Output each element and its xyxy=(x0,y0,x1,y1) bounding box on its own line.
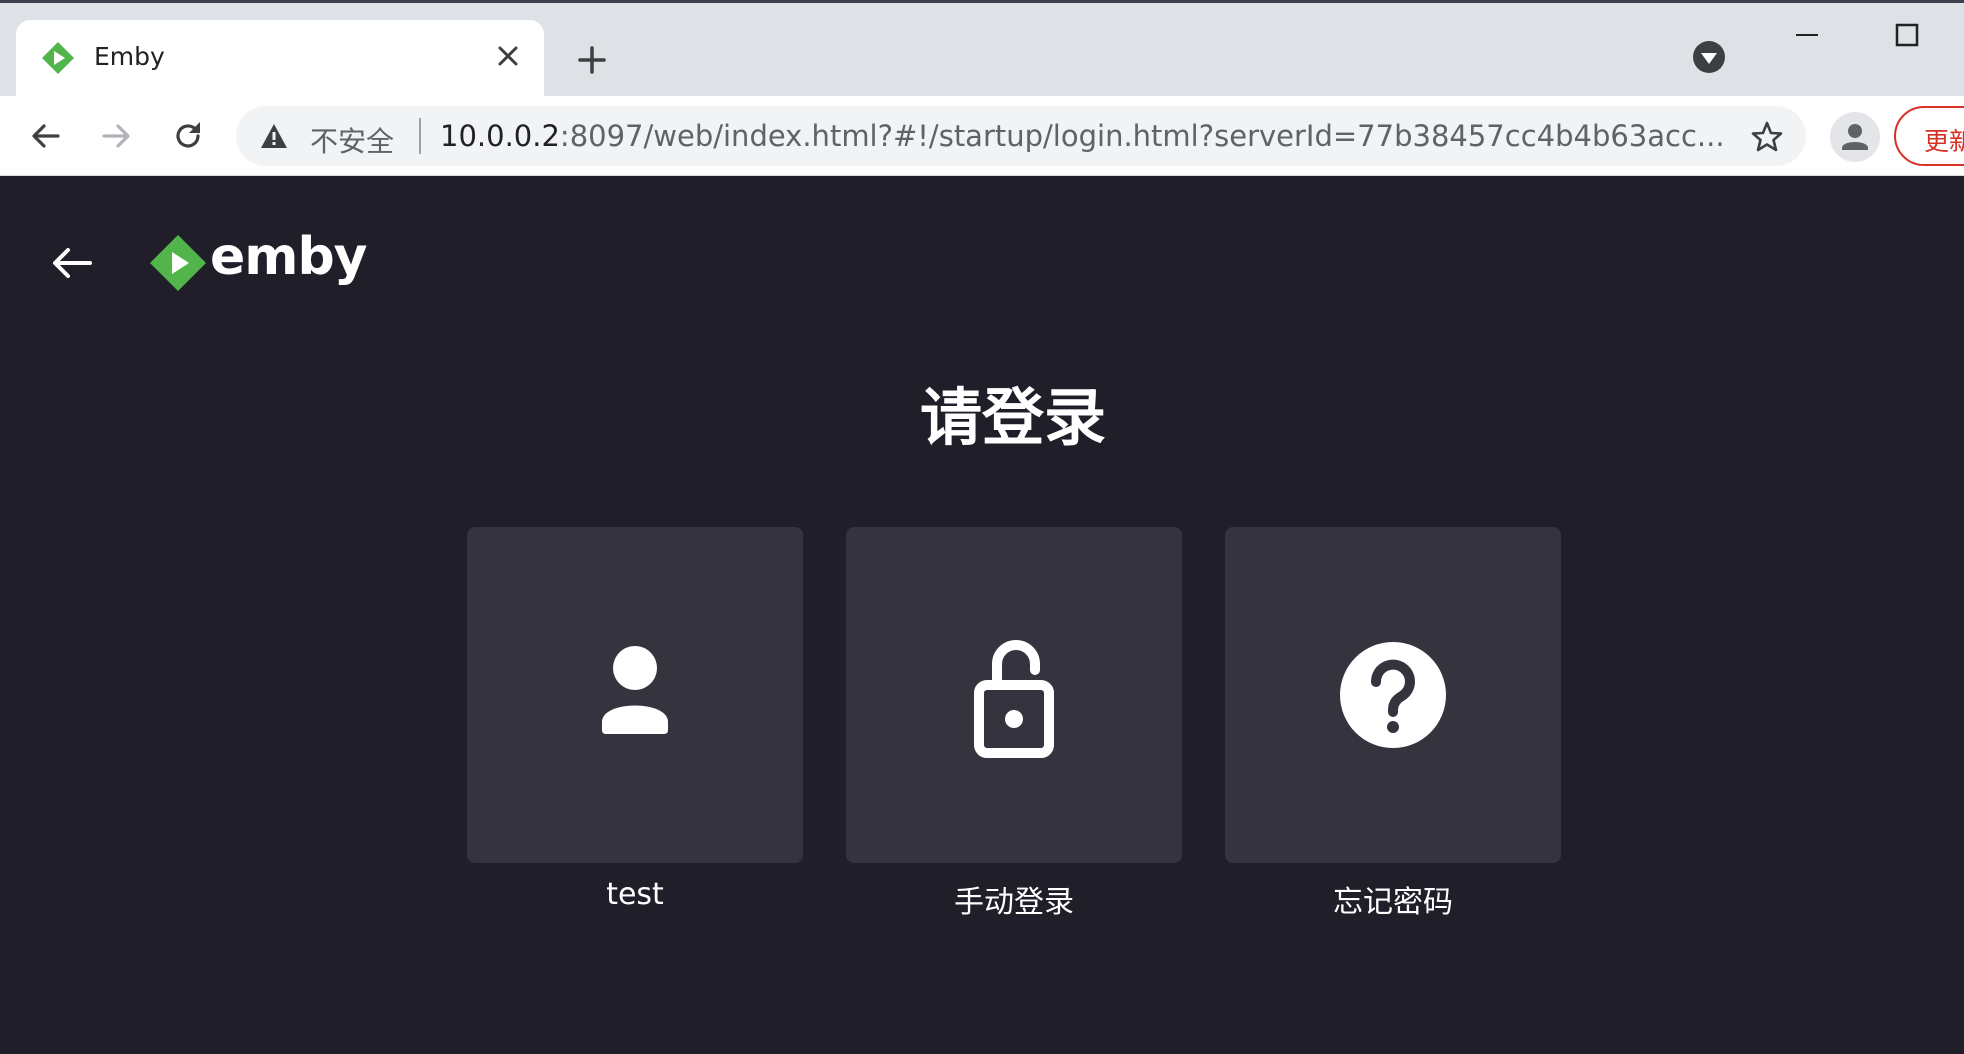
reload-icon xyxy=(176,122,200,148)
person-icon xyxy=(1842,124,1868,150)
window-top-edge xyxy=(0,0,1964,3)
close-icon xyxy=(498,46,518,66)
emby-login-page: emby 请登录 test 手动登录 忘记密码 xyxy=(0,177,1964,1054)
emby-logo-text: emby xyxy=(210,227,368,287)
arrow-left-icon xyxy=(32,124,60,148)
tab-strip: Emby xyxy=(0,0,1964,100)
emby-logo-icon xyxy=(150,235,206,291)
user-card-label[interactable]: test xyxy=(467,877,803,912)
url-path: :8097/web/index.html?#!/startup/login.ht… xyxy=(559,119,1725,153)
user-icon xyxy=(602,646,668,734)
emby-favicon-icon xyxy=(42,42,74,74)
forward-button[interactable] xyxy=(94,114,138,158)
arrow-right-icon xyxy=(102,124,130,148)
address-separator xyxy=(419,118,421,154)
tab-close-button[interactable] xyxy=(490,38,526,74)
tab-search-button[interactable] xyxy=(1692,40,1726,74)
warning-icon xyxy=(261,124,287,148)
forgot-password-card[interactable] xyxy=(1225,527,1561,863)
unlock-icon xyxy=(974,640,1054,758)
browser-update-button[interactable]: 更新 xyxy=(1894,106,1964,166)
profile-avatar[interactable] xyxy=(1830,112,1880,162)
tab-title: Emby xyxy=(94,42,165,71)
url-text[interactable]: 10.0.0.2:8097/web/index.html?#!/startup/… xyxy=(440,119,1740,153)
address-bar[interactable]: 不安全 10.0.0.2:8097/web/index.html?#!/star… xyxy=(236,106,1806,166)
page-title: 请登录 xyxy=(919,381,1106,454)
bookmark-star-icon[interactable] xyxy=(1750,120,1784,154)
help-icon xyxy=(1340,642,1446,748)
minimize-window-button[interactable] xyxy=(1792,20,1822,50)
url-host: 10.0.0.2 xyxy=(440,119,560,153)
user-card-test[interactable] xyxy=(467,527,803,863)
new-tab-button[interactable] xyxy=(570,38,614,82)
forgot-password-label[interactable]: 忘记密码 xyxy=(1225,877,1561,921)
security-status-label[interactable]: 不安全 xyxy=(310,120,394,160)
browser-tab[interactable]: Emby xyxy=(16,20,544,100)
back-button[interactable] xyxy=(24,114,68,158)
maximize-window-button[interactable] xyxy=(1892,20,1922,50)
page-back-button[interactable] xyxy=(48,239,96,287)
manual-login-card[interactable] xyxy=(846,527,1182,863)
manual-login-label[interactable]: 手动登录 xyxy=(846,877,1182,921)
reload-button[interactable] xyxy=(166,114,210,158)
browser-toolbar: 不安全 10.0.0.2:8097/web/index.html?#!/star… xyxy=(0,96,1964,176)
plus-icon xyxy=(578,46,606,74)
